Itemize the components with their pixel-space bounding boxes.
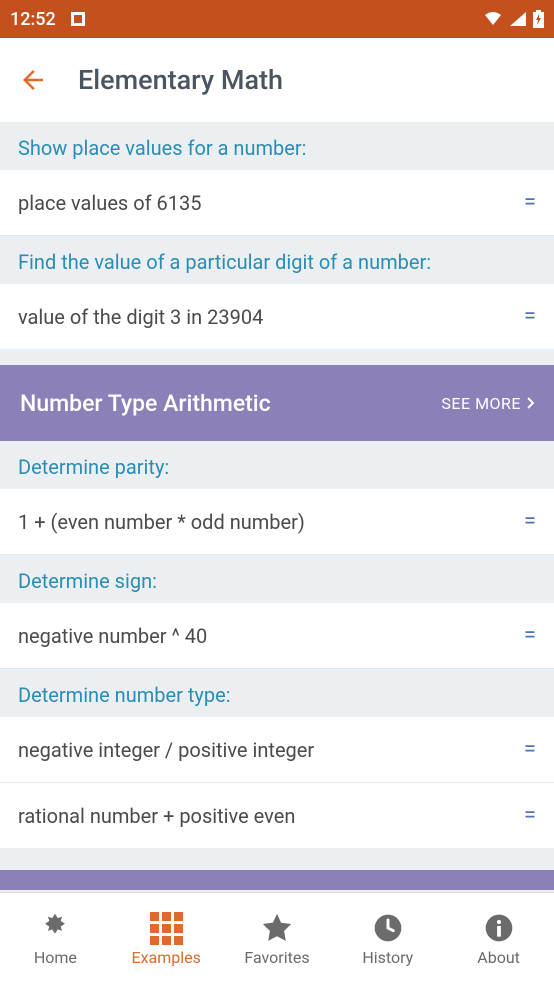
status-time: 12:52 xyxy=(10,9,56,30)
equals-icon: = xyxy=(524,509,536,534)
app-bar: Elementary Math xyxy=(0,38,554,122)
nav-home[interactable]: Home xyxy=(0,893,111,984)
row-place-values[interactable]: place values of 6135 = xyxy=(0,170,554,236)
wifi-icon xyxy=(483,11,503,27)
section-header-next[interactable] xyxy=(0,870,554,890)
row-parity[interactable]: 1 + (even number * odd number) = xyxy=(0,489,554,555)
page-title: Elementary Math xyxy=(78,64,283,96)
star-icon xyxy=(260,910,294,946)
section-title: Number Type Arithmetic xyxy=(20,390,441,417)
section-header-arithmetic[interactable]: Number Type Arithmetic SEE MORE xyxy=(0,365,554,441)
android-status-bar: 12:52 xyxy=(0,0,554,38)
battery-icon xyxy=(533,10,544,28)
subheader-number-type: Determine number type: xyxy=(0,669,554,717)
see-more-link[interactable]: SEE MORE xyxy=(441,394,534,413)
equals-icon: = xyxy=(524,737,536,762)
subheader-digit-value: Find the value of a particular digit of … xyxy=(0,236,554,284)
nav-label: Favorites xyxy=(244,948,309,967)
row-text: place values of 6135 xyxy=(18,191,514,215)
row-text: negative integer / positive integer xyxy=(18,738,514,762)
nav-label: History xyxy=(362,948,413,967)
subheader-sign: Determine sign: xyxy=(0,555,554,603)
row-digit-value[interactable]: value of the digit 3 in 23904 = xyxy=(0,284,554,349)
nav-label: Home xyxy=(34,948,77,967)
row-text: 1 + (even number * odd number) xyxy=(18,510,514,534)
home-icon xyxy=(38,910,72,946)
bottom-nav: Home Examples Favorites History About xyxy=(0,892,554,984)
nav-about[interactable]: About xyxy=(443,893,554,984)
row-number-type-1[interactable]: negative integer / positive integer = xyxy=(0,717,554,783)
see-more-label: SEE MORE xyxy=(441,394,521,413)
content-area[interactable]: Show place values for a number: place va… xyxy=(0,122,554,892)
subheader-parity: Determine parity: xyxy=(0,441,554,489)
back-icon[interactable] xyxy=(18,65,48,95)
equals-icon: = xyxy=(524,803,536,828)
notification-icon xyxy=(70,11,86,27)
history-icon xyxy=(372,910,404,946)
nav-favorites[interactable]: Favorites xyxy=(222,893,333,984)
equals-icon: = xyxy=(524,304,536,329)
row-text: negative number ^ 40 xyxy=(18,624,514,648)
nav-label: Examples xyxy=(132,948,201,967)
nav-label: About xyxy=(477,948,520,967)
chevron-right-icon xyxy=(527,397,534,409)
info-icon xyxy=(483,910,515,946)
examples-icon xyxy=(150,910,183,946)
nav-history[interactable]: History xyxy=(332,893,443,984)
subheader-place-values: Show place values for a number: xyxy=(0,122,554,170)
row-text: rational number + positive even xyxy=(18,804,514,828)
equals-icon: = xyxy=(524,623,536,648)
row-number-type-2[interactable]: rational number + positive even = xyxy=(0,783,554,848)
row-sign[interactable]: negative number ^ 40 = xyxy=(0,603,554,669)
nav-examples[interactable]: Examples xyxy=(111,893,222,984)
row-text: value of the digit 3 in 23904 xyxy=(18,305,514,329)
signal-icon xyxy=(509,11,527,27)
equals-icon: = xyxy=(524,190,536,215)
